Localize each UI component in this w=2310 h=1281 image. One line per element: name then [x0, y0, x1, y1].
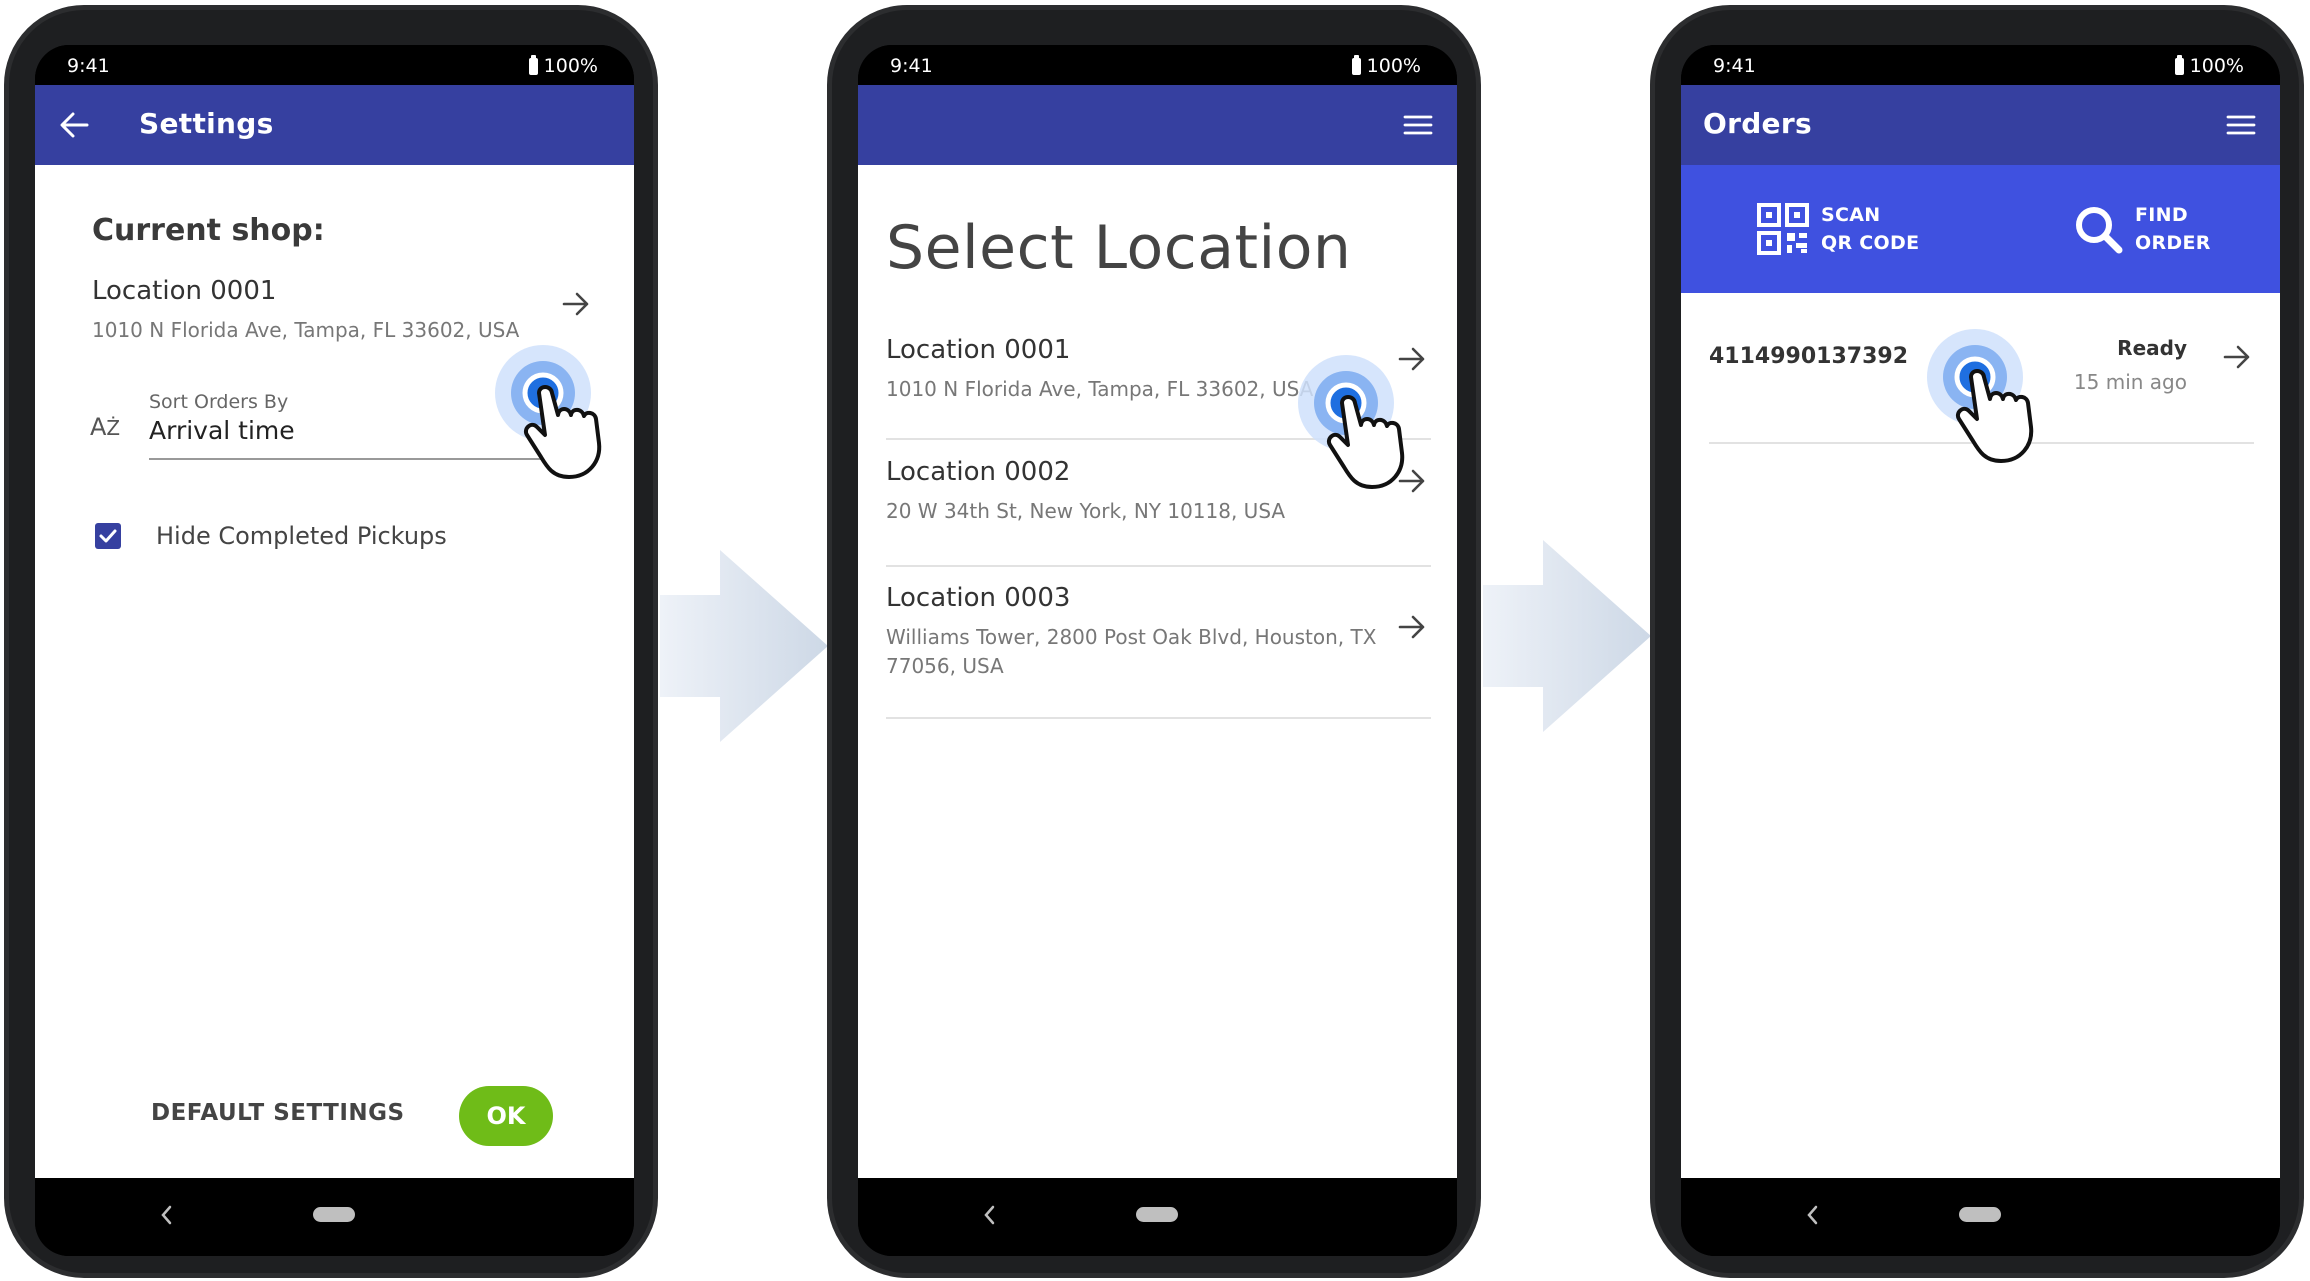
location-name: Location 0001: [886, 335, 1071, 365]
order-actions-bar: SCAN QR CODE FIND ORDER: [1681, 165, 2280, 293]
location-name: Location 0002: [886, 457, 1071, 487]
screen-select-location: 9:41 100% Select Location Location 0001 …: [858, 45, 1457, 1256]
tap-hand-icon: [495, 345, 602, 479]
nav-home-icon[interactable]: [1136, 1207, 1178, 1222]
order-number: 4114990137392: [1709, 344, 1908, 369]
scan-label-line2: QR CODE: [1821, 232, 1920, 254]
sort-label: Sort Orders By: [149, 391, 289, 413]
phone-select-location: 9:41 100% Select Location Location 0001 …: [827, 5, 1481, 1278]
arrow-right-icon[interactable]: [1398, 615, 1426, 639]
current-location-name: Location 0001: [92, 276, 277, 306]
hide-completed-checkbox[interactable]: [95, 523, 121, 549]
screen-orders: 9:41 100% Orders SCAN QR CODE FIND ORDER…: [1681, 45, 2280, 1256]
menu-icon[interactable]: [1403, 113, 1433, 137]
current-shop-heading: Current shop:: [92, 213, 325, 248]
battery-icon: [2174, 54, 2184, 75]
sort-select[interactable]: Arrival time: [149, 416, 295, 445]
nav-home-icon[interactable]: [313, 1207, 355, 1222]
arrow-right-icon[interactable]: [562, 292, 590, 316]
battery-icon: [1351, 54, 1361, 75]
nav-home-icon[interactable]: [1959, 1207, 2001, 1222]
divider: [886, 565, 1431, 567]
flow-arrow-right-icon: [1483, 540, 1651, 732]
back-arrow-icon[interactable]: [59, 111, 89, 139]
battery-indicator: 100%: [1351, 54, 1421, 77]
menu-icon[interactable]: [2226, 113, 2256, 137]
app-bar: Orders: [1681, 85, 2280, 165]
battery-indicator: 100%: [2174, 54, 2244, 77]
location-address: 1010 N Florida Ave, Tampa, FL 33602, USA: [886, 377, 1314, 401]
location-address: Williams Tower, 2800 Post Oak Blvd, Hous…: [886, 625, 1377, 678]
arrow-right-icon[interactable]: [2223, 345, 2251, 369]
divider: [886, 717, 1431, 719]
find-order-label: FIND ORDER: [2135, 201, 2211, 257]
system-nav-bar: [1681, 1178, 2280, 1256]
status-bar: 9:41 100%: [35, 45, 634, 85]
status-bar: 9:41 100%: [1681, 45, 2280, 85]
location-name: Location 0003: [886, 583, 1071, 613]
nav-back-icon[interactable]: [979, 1202, 999, 1228]
app-bar: [858, 85, 1457, 165]
flow-arrow-right-icon: [660, 550, 828, 742]
battery-icon: [528, 54, 538, 75]
search-icon: [2076, 207, 2123, 254]
ok-button[interactable]: OK: [459, 1086, 553, 1146]
page-title: Select Location: [886, 213, 1352, 283]
qr-code-icon: [1757, 203, 1809, 255]
battery-level: 100%: [2189, 55, 2244, 77]
settings-content: Current shop: Location 0001 1010 N Flori…: [35, 165, 634, 1178]
checkmark-icon: [99, 529, 117, 543]
current-location-address: 1010 N Florida Ave, Tampa, FL 33602, USA: [92, 318, 520, 342]
scan-qr-button[interactable]: SCAN QR CODE: [1757, 201, 1919, 257]
find-order-button[interactable]: FIND ORDER: [2073, 201, 2211, 257]
scan-label-line1: SCAN: [1821, 204, 1881, 226]
order-status: Ready: [2117, 336, 2187, 360]
find-label-line1: FIND: [2135, 204, 2188, 226]
screen-settings: 9:41 100% Settings Current shop: Locatio…: [35, 45, 634, 1256]
find-label-line2: ORDER: [2135, 232, 2211, 254]
app-bar: Settings: [35, 85, 634, 165]
hide-completed-label: Hide Completed Pickups: [156, 522, 447, 550]
tap-hand-icon: [1298, 355, 1405, 489]
orders-content: SCAN QR CODE FIND ORDER 4114990137392 Re…: [1681, 165, 2280, 1178]
phone-settings: 9:41 100% Settings Current shop: Locatio…: [4, 5, 658, 1278]
page-title: Settings: [139, 107, 274, 140]
system-nav-bar: [858, 1178, 1457, 1256]
scan-qr-label: SCAN QR CODE: [1821, 201, 1919, 257]
status-time: 9:41: [890, 55, 933, 77]
page-title: Orders: [1703, 107, 1812, 140]
phone-orders: 9:41 100% Orders SCAN QR CODE FIND ORDER…: [1650, 5, 2304, 1278]
nav-back-icon[interactable]: [156, 1202, 176, 1228]
battery-level: 100%: [543, 55, 598, 77]
nav-back-icon[interactable]: [1802, 1202, 1822, 1228]
status-time: 9:41: [67, 55, 110, 77]
location-row-3[interactable]: Location 0003 Williams Tower, 2800 Post …: [858, 583, 1457, 713]
location-address: 20 W 34th St, New York, NY 10118, USA: [886, 499, 1286, 523]
system-nav-bar: [35, 1178, 634, 1256]
sort-az-icon: AŻ: [90, 413, 121, 441]
tap-hand-icon: [1927, 329, 2034, 463]
battery-indicator: 100%: [528, 54, 598, 77]
default-settings-button[interactable]: DEFAULT SETTINGS: [151, 1100, 405, 1126]
battery-level: 100%: [1366, 55, 1421, 77]
status-bar: 9:41 100%: [858, 45, 1457, 85]
select-location-content: Select Location Location 0001 1010 N Flo…: [858, 165, 1457, 1178]
order-time: 15 min ago: [2073, 370, 2187, 394]
status-time: 9:41: [1713, 55, 1756, 77]
